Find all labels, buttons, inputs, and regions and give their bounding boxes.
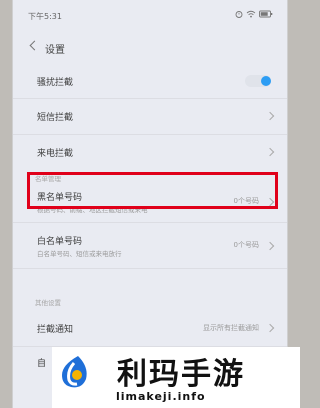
banner-subtitle: limakeji.info xyxy=(116,390,206,403)
battery-icon xyxy=(259,10,273,18)
chevron-right-icon xyxy=(265,241,275,251)
row-label: 白名单号码 xyxy=(37,237,83,247)
status-bar: 下午5:31 xyxy=(13,8,287,24)
row-label: 拦截通知 xyxy=(37,325,74,335)
chevron-right-icon xyxy=(265,323,275,333)
chevron-right-icon xyxy=(265,111,275,121)
settings-row-harass[interactable]: 骚扰拦截 xyxy=(13,64,287,99)
settings-row-notify[interactable]: 拦截通知 显示所有拦截通知 xyxy=(13,310,287,347)
status-time: 下午5:31 xyxy=(28,12,62,21)
settings-row-call[interactable]: 来电拦截 xyxy=(13,134,287,170)
row-sublabel: 白名单号码、短信或来电放行 xyxy=(37,250,122,258)
nav-bar: 设置 xyxy=(13,34,287,62)
wifi-icon xyxy=(246,10,256,18)
highlight-box xyxy=(27,172,278,209)
settings-row-whitelist[interactable]: 白名单号码 白名单号码、短信或来电放行 0个号码 xyxy=(13,222,287,269)
row-label: 骚扰拦截 xyxy=(37,78,74,88)
watermark-banner: 利玛手游 limakeji.info xyxy=(52,347,300,408)
banner-title: 利玛手游 xyxy=(117,357,245,392)
settings-row-sms[interactable]: 短信拦截 xyxy=(13,98,287,135)
chevron-right-icon xyxy=(265,147,275,157)
row-label: 自 xyxy=(37,359,47,369)
row-value: 0个号码 xyxy=(233,241,259,249)
back-arrow-icon[interactable] xyxy=(29,40,40,51)
row-value: 显示所有拦截通知 xyxy=(203,324,259,332)
section-header-other: 其他设置 xyxy=(35,299,61,307)
status-icons xyxy=(235,10,273,18)
page-title: 设置 xyxy=(45,45,65,56)
row-label: 来电拦截 xyxy=(37,149,74,159)
toggle-knob xyxy=(261,76,271,86)
alarm-icon xyxy=(235,11,243,18)
water-drop-logo-icon xyxy=(62,356,87,388)
harass-toggle[interactable] xyxy=(245,75,271,87)
row-label: 短信拦截 xyxy=(37,113,74,123)
